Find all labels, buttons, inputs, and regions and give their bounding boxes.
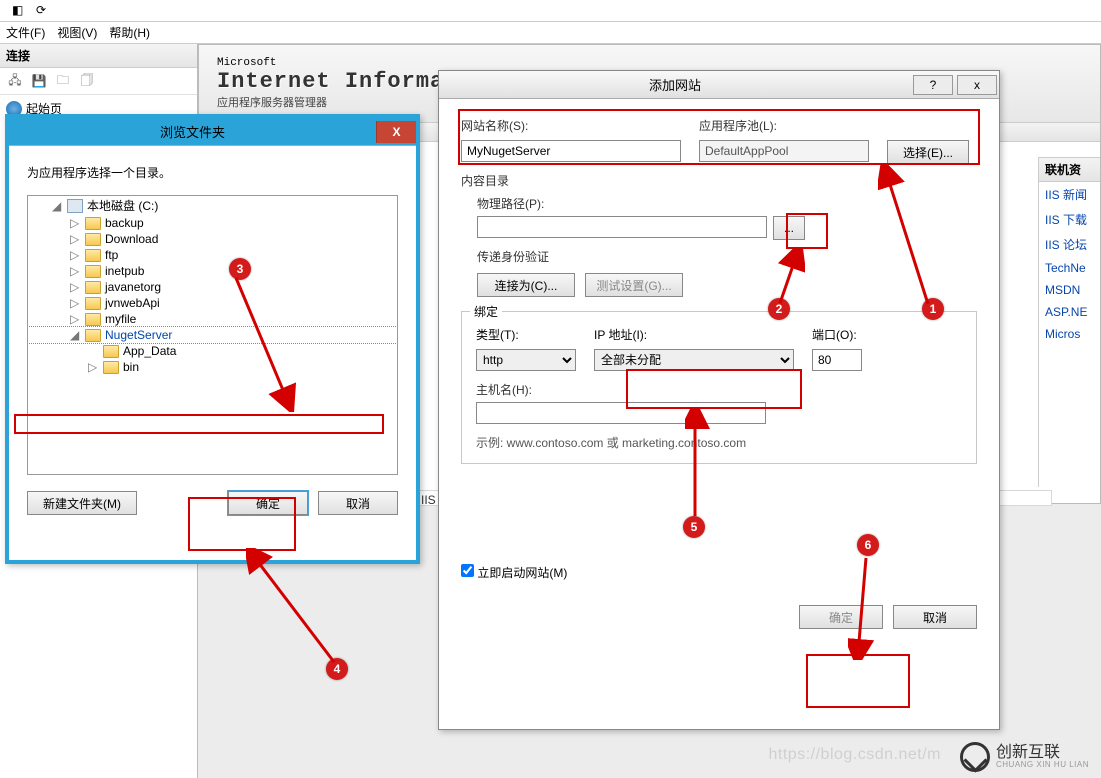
cancel-button[interactable]: 取消 [893,605,977,629]
menu-bar: 文件(F) 视图(V) 帮助(H) [0,22,1101,44]
ms-label: Microsoft [217,57,1082,69]
refresh-icon: ⟳ [36,3,52,19]
save-icon[interactable]: 💾 [30,72,48,90]
browse-cancel-button[interactable]: 取消 [318,491,398,515]
connections-title: 连接 [0,44,197,68]
start-now-checkbox[interactable]: 立即启动网站(M) [461,566,567,580]
annotation-arrow-4 [246,548,346,668]
browse-titlebar: 浏览文件夹 X [9,118,416,146]
app-pool-label: 应用程序池(L): [699,117,849,134]
connect-as-button[interactable]: 连接为(C)... [477,273,575,297]
drive-icon [67,199,83,213]
link-iis-news[interactable]: IIS 新闻 [1039,182,1100,207]
menu-file[interactable]: 文件(F) [6,24,45,41]
tree-folder[interactable]: ▷jvnwebApi [28,295,397,311]
watermark-url: https://blog.csdn.net/m [769,746,941,764]
tree-folder[interactable]: ▷bin [28,359,397,375]
folder-icon [85,281,101,294]
close-button[interactable]: x [957,75,997,95]
folder-icon [85,249,101,262]
link-aspnet[interactable]: ASP.NE [1039,301,1100,323]
browse-folder-dialog: 浏览文件夹 X 为应用程序选择一个目录。 ◢本地磁盘 (C:) ▷backup … [5,114,420,564]
tree-drive[interactable]: ◢本地磁盘 (C:) [28,196,397,215]
connect-icon[interactable]: 🖧 [6,72,24,90]
add-website-dialog: 添加网站 ? x 网站名称(S): 应用程序池(L): 选择(E)... 内容目… [438,70,1000,730]
link-iis-forums[interactable]: IIS 论坛 [1039,232,1100,257]
pass-through-label: 传递身份验证 [477,248,977,265]
port-label: 端口(O): [812,326,872,343]
refresh-icon[interactable]: 🗍 [78,72,96,90]
folder-icon [85,313,101,326]
tree-folder[interactable]: ▷inetpub [28,263,397,279]
site-name-label: 网站名称(S): [461,117,681,134]
delete-icon[interactable]: 🗀 [54,72,72,90]
annotation-badge-4: 4 [326,658,348,680]
address-bar: ◧ ⟳ [0,0,1101,22]
physical-path-label: 物理路径(P): [477,195,977,212]
browse-close-button[interactable]: X [376,121,416,143]
folder-tree[interactable]: ◢本地磁盘 (C:) ▷backup ▷Download ▷ftp ▷inetp… [27,195,398,475]
tree-folder[interactable]: ▷ftp [28,247,397,263]
ok-button[interactable]: 确定 [799,605,883,629]
dialog-titlebar: 添加网站 ? x [439,71,999,99]
tree-folder[interactable]: ▷javanetorg [28,279,397,295]
type-label: 类型(T): [476,326,576,343]
host-example: 示例: www.contoso.com 或 marketing.contoso.… [476,434,962,451]
new-folder-button[interactable]: 新建文件夹(M) [27,491,137,515]
ip-label: IP 地址(I): [594,326,794,343]
link-technet[interactable]: TechNe [1039,257,1100,279]
app-pool-display [699,140,869,162]
physical-path-input[interactable] [477,216,767,238]
tree-folder[interactable]: ▷backup [28,215,397,231]
tree-folder-selected[interactable]: ◢NugetServer [28,327,397,343]
site-name-input[interactable] [461,140,681,162]
tree-folder[interactable]: ▷myfile [28,311,397,327]
connections-toolbar: 🖧 💾 🗀 🗍 [0,68,197,95]
select-pool-button[interactable]: 选择(E)... [887,140,969,164]
type-select[interactable]: http [476,349,576,371]
menu-help[interactable]: 帮助(H) [109,24,150,41]
ip-select[interactable]: 全部未分配 [594,349,794,371]
browse-button[interactable]: ... [773,216,805,240]
folder-icon [85,297,101,310]
host-name-input[interactable] [476,402,766,424]
browse-title: 浏览文件夹 [9,118,376,145]
tree-folder[interactable]: ▷Download [28,231,397,247]
nav-icon: ◧ [12,3,28,19]
host-name-label: 主机名(H): [476,381,962,398]
browse-instruction: 为应用程序选择一个目录。 [27,164,398,181]
logo-icon [960,742,990,772]
dialog-title: 添加网站 [439,71,911,98]
port-input[interactable] [812,349,862,371]
browse-ok-button[interactable]: 确定 [228,491,308,515]
test-settings-button: 测试设置(G)... [585,273,683,297]
link-msdn[interactable]: MSDN [1039,279,1100,301]
binding-legend: 绑定 [470,303,502,320]
folder-icon [85,233,101,246]
link-iis-downloads[interactable]: IIS 下载 [1039,207,1100,232]
folder-icon [85,217,101,230]
folder-icon [85,265,101,278]
online-resources-panel: 联机资 IIS 新闻 IIS 下载 IIS 论坛 TechNe MSDN ASP… [1038,157,1100,487]
folder-icon [85,329,101,342]
content-dir-label: 内容目录 [461,172,977,189]
help-button[interactable]: ? [913,75,953,95]
menu-view[interactable]: 视图(V) [57,24,97,41]
folder-icon [103,361,119,374]
binding-fieldset: 绑定 类型(T): IP 地址(I): 端口(O): http 全部未分配 主机… [461,311,977,464]
watermark-logo: 创新互联CHUANG XIN HU LIAN [960,742,1089,772]
tree-folder[interactable]: App_Data [28,343,397,359]
folder-icon [103,345,119,358]
link-microsoft[interactable]: Micros [1039,323,1100,345]
online-resources-title: 联机资 [1039,157,1100,182]
